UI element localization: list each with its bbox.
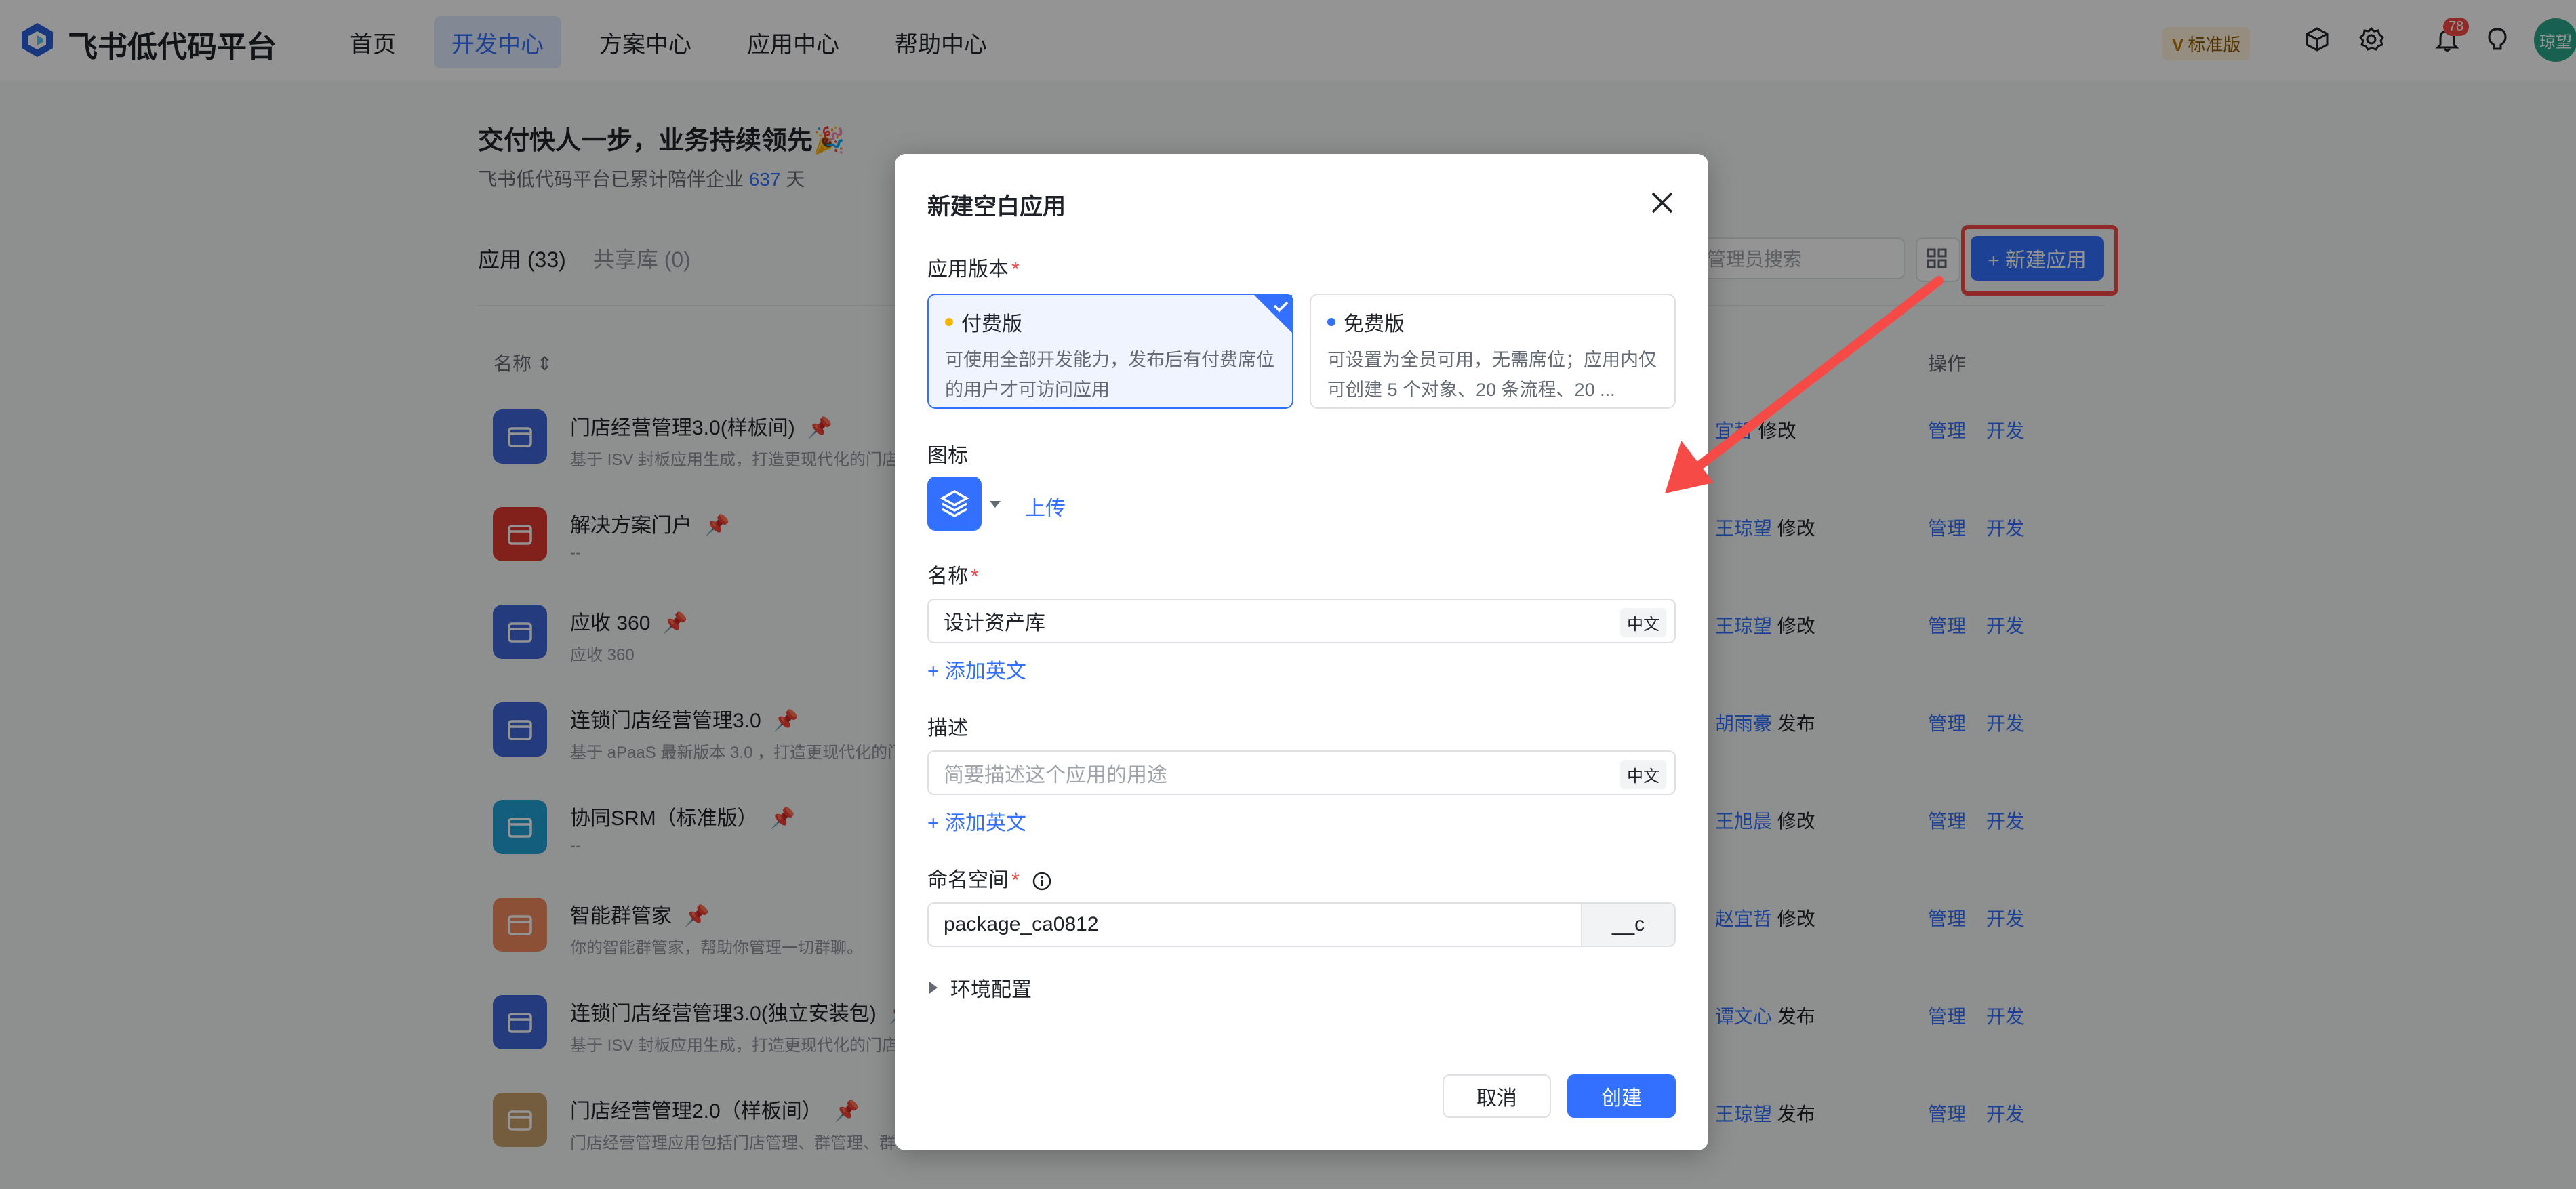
environment-config-toggle[interactable]: 环境配置 [927, 973, 1032, 1003]
required-mark: * [971, 565, 979, 588]
checkmark-icon [1254, 295, 1292, 333]
free-dot-icon [1327, 318, 1335, 326]
description-label: 描述 [927, 717, 968, 740]
caret-right-icon [929, 982, 938, 994]
required-mark: * [1011, 258, 1020, 281]
app-icon-picker[interactable] [927, 477, 982, 531]
add-english-desc-link[interactable]: + 添加英文 [927, 806, 1026, 836]
close-icon[interactable] [1649, 189, 1676, 216]
paid-dot-icon [945, 318, 953, 326]
version-label-text: 应用版本 [927, 258, 1009, 281]
free-version-title: 免费版 [1344, 313, 1405, 336]
caret-down-icon[interactable] [987, 496, 1003, 512]
free-version-card[interactable]: 免费版 可设置为全员可用，无需席位；应用内仅可创建 5 个对象、20 条流程、2… [1310, 294, 1676, 409]
namespace-input[interactable]: package_ca0812 __c [927, 902, 1676, 947]
environment-config-label: 环境配置 [950, 979, 1032, 1001]
new-blank-app-dialog: 新建空白应用 应用版本 * 付费版 可使用全部开发能力，发布后有付费席位的用户才可… [895, 154, 1708, 1150]
create-button[interactable]: 创建 [1567, 1074, 1676, 1118]
add-english-name-link[interactable]: + 添加英文 [927, 654, 1026, 684]
language-tag[interactable]: 中文 [1620, 608, 1666, 637]
dialog-title: 新建空白应用 [927, 194, 1066, 220]
paid-version-card[interactable]: 付费版 可使用全部开发能力，发布后有付费席位的用户才可访问应用 [927, 294, 1293, 409]
name-label: 名称 * [927, 559, 979, 589]
app-name-value: 设计资产库 [944, 612, 1045, 634]
version-label: 应用版本 * [927, 252, 1020, 282]
layers-icon [940, 489, 969, 518]
paid-version-title: 付费版 [961, 313, 1022, 336]
icon-label: 图标 [927, 445, 968, 467]
free-version-desc: 可设置为全员可用，无需席位；应用内仅可创建 5 个对象、20 条流程、20 ..… [1327, 350, 1657, 400]
description-input[interactable]: 简要描述这个应用的用途 中文 [927, 750, 1676, 795]
language-tag[interactable]: 中文 [1620, 760, 1666, 789]
name-label-text: 名称 [927, 565, 968, 588]
cancel-button[interactable]: 取消 [1443, 1074, 1551, 1118]
app-name-input[interactable]: 设计资产库 中文 [927, 599, 1676, 643]
upload-link[interactable]: 上传 [1025, 491, 1066, 521]
info-icon[interactable] [1032, 871, 1052, 891]
paid-version-desc: 可使用全部开发能力，发布后有付费席位的用户才可访问应用 [945, 350, 1274, 400]
namespace-label: 命名空间 * [927, 863, 1052, 893]
namespace-suffix: __c [1581, 904, 1674, 946]
namespace-value[interactable]: package_ca0812 [929, 904, 1581, 946]
namespace-label-text: 命名空间 [927, 869, 1009, 891]
required-mark: * [1011, 869, 1020, 891]
description-placeholder: 简要描述这个应用的用途 [944, 764, 1167, 786]
